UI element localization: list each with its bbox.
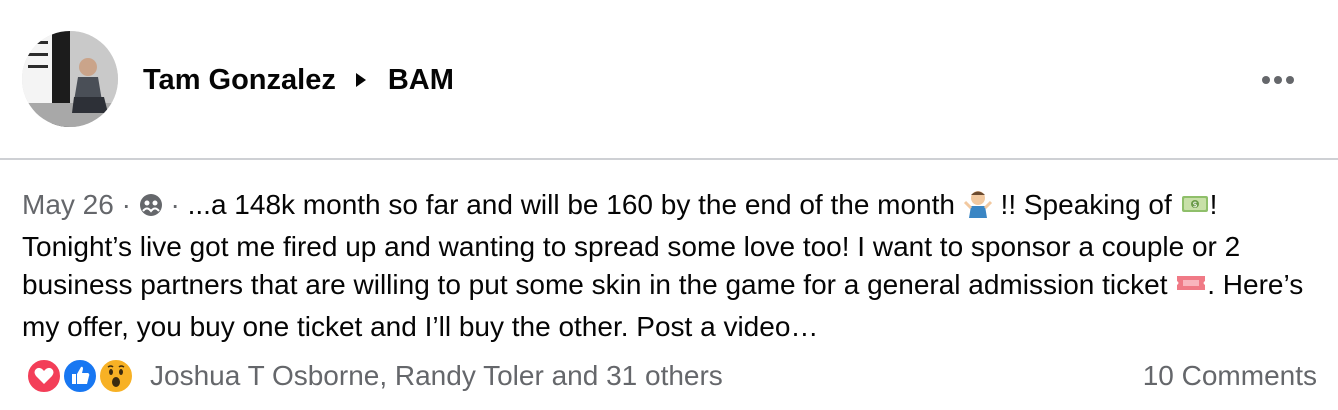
post-date[interactable]: May 26: [22, 189, 114, 220]
reactors-text[interactable]: Joshua T Osborne, Randy Toler and 31 oth…: [150, 358, 723, 394]
ticket-emoji: [1175, 268, 1207, 308]
comments-count[interactable]: 10 Comments: [1143, 358, 1317, 394]
author-line: Tam Gonzalez BAM: [143, 60, 454, 100]
more-dot-icon: [1286, 76, 1294, 84]
group-members-icon[interactable]: [139, 189, 163, 227]
author-name[interactable]: Tam Gonzalez: [143, 64, 336, 97]
post-header: Tam Gonzalez BAM: [0, 0, 1338, 160]
meta-separator: ·: [162, 189, 188, 220]
more-options-button[interactable]: [1252, 62, 1304, 98]
post-text-part-1: ...a 148k month so far and will be 160 b…: [187, 189, 963, 220]
post-footer: Joshua T Osborne, Randy Toler and 31 oth…: [0, 352, 1338, 398]
more-dot-icon: [1262, 76, 1270, 84]
author-avatar[interactable]: [22, 31, 118, 127]
group-name[interactable]: BAM: [388, 64, 454, 97]
more-dot-icon: [1274, 76, 1282, 84]
person-shrugging-emoji: [963, 188, 993, 228]
divider: [0, 158, 1338, 160]
like-reaction-icon: [62, 358, 98, 394]
meta-separator: ·: [113, 189, 139, 220]
post-body: May 26 · · ...a 148k month so far and wi…: [22, 186, 1322, 346]
wow-reaction-icon: [98, 358, 134, 394]
reaction-summary[interactable]: [26, 358, 138, 394]
love-reaction-icon: [26, 358, 62, 394]
post-text-part-2: !! Speaking of: [992, 189, 1180, 220]
shared-to-arrow-icon: [355, 73, 366, 87]
money-bag-emoji: $: [1180, 188, 1210, 228]
svg-text:$: $: [1192, 200, 1197, 209]
